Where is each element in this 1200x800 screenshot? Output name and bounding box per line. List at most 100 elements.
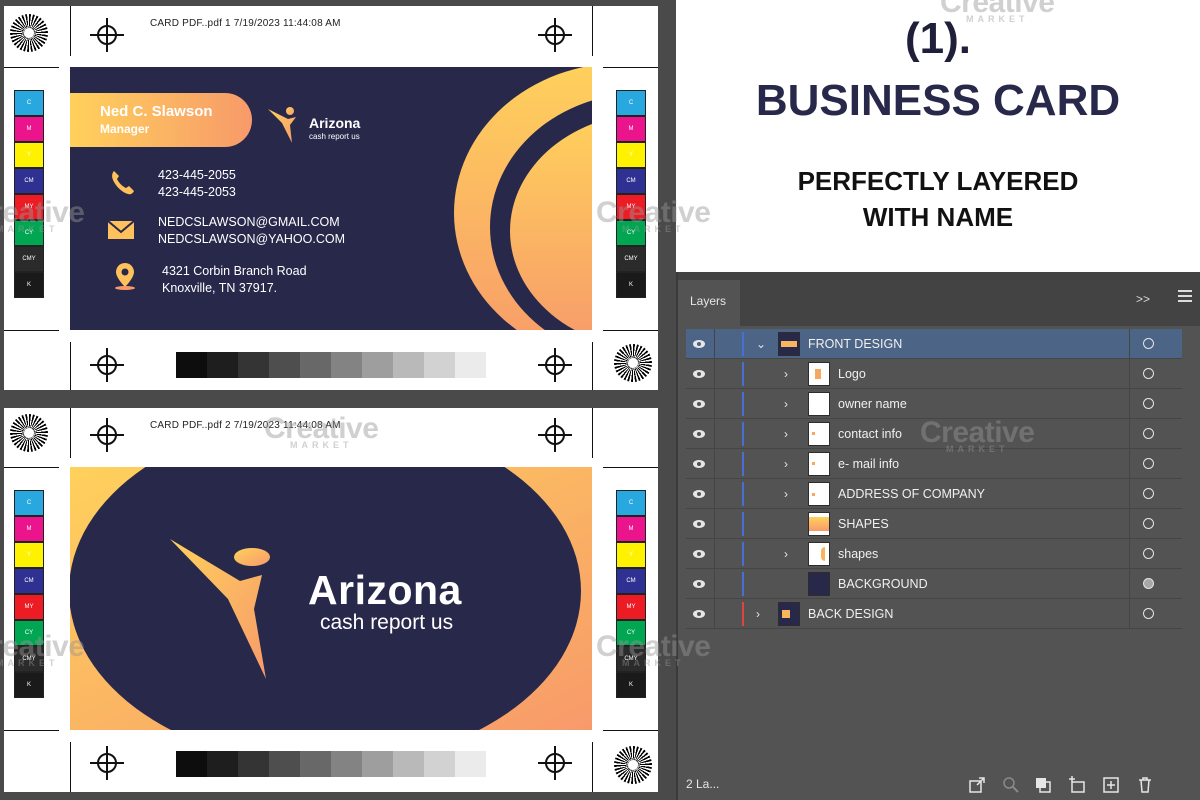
target-circle-icon[interactable]: [1143, 458, 1154, 469]
color-bar-right: C M Y CM MY CY CMY K: [616, 490, 646, 698]
layer-name[interactable]: shapes: [838, 547, 878, 561]
layer-row[interactable]: › shapes: [686, 539, 1182, 569]
layer-row[interactable]: › BACK DESIGN: [686, 599, 1182, 629]
chevron-right-icon[interactable]: ›: [784, 427, 788, 441]
export-icon[interactable]: [968, 776, 986, 794]
item-number: (1).: [905, 14, 971, 63]
gray-step: [269, 751, 300, 777]
target-circle-icon[interactable]: [1143, 488, 1154, 499]
eye-icon[interactable]: [692, 547, 706, 561]
color-patch: M: [616, 516, 646, 542]
layer-name[interactable]: Logo: [838, 367, 866, 381]
eye-icon[interactable]: [692, 517, 706, 531]
layers-panel: Layers >> ⌄ FRONT DESIGN › Logo › owner …: [676, 272, 1200, 800]
target-circle-icon[interactable]: [1143, 518, 1154, 529]
color-patch: C: [616, 90, 646, 116]
eye-icon[interactable]: [692, 337, 706, 351]
layer-row[interactable]: › owner name: [686, 389, 1182, 419]
eye-icon[interactable]: [692, 457, 706, 471]
layer-color-bar: [742, 542, 744, 566]
layer-name[interactable]: BACKGROUND: [838, 577, 928, 591]
crop-mark: [4, 67, 59, 68]
color-patch: K: [616, 272, 646, 298]
eye-icon[interactable]: [692, 577, 706, 591]
chevron-right-icon[interactable]: ›: [756, 607, 760, 621]
owner-role: Manager: [100, 122, 150, 136]
eye-icon[interactable]: [692, 487, 706, 501]
clipping-mask-icon[interactable]: [1034, 776, 1052, 794]
color-patch: CMY: [616, 646, 646, 672]
tab-layers[interactable]: Layers: [678, 280, 740, 326]
target-circle-icon[interactable]: [1143, 428, 1154, 439]
back-print-sheet: CARD PDF..pdf 2 7/19/2023 11:44:08 AM CM…: [4, 408, 658, 792]
chevron-right-icon[interactable]: ›: [784, 367, 788, 381]
brand-tagline: cash report us: [320, 611, 454, 634]
collapse-panel-button[interactable]: >>: [1136, 292, 1150, 306]
eye-icon[interactable]: [692, 607, 706, 621]
target-circle-icon[interactable]: [1143, 548, 1154, 559]
crop-mark: [4, 467, 59, 468]
layer-row[interactable]: › Logo: [686, 359, 1182, 389]
color-patch: CM: [616, 568, 646, 594]
chevron-right-icon[interactable]: ›: [784, 547, 788, 561]
gray-step: [300, 751, 331, 777]
layers-panel-footer: 2 La...: [678, 770, 1200, 800]
target-circle-icon[interactable]: [1143, 608, 1154, 619]
mail-icon: [107, 220, 135, 239]
gray-step: [455, 352, 486, 378]
chevron-right-icon[interactable]: ›: [784, 487, 788, 501]
eye-icon[interactable]: [692, 427, 706, 441]
registration-mark-icon: [90, 348, 124, 382]
layer-row[interactable]: › e- mail info: [686, 449, 1182, 479]
arizona-logo-icon: [268, 107, 296, 143]
layer-color-bar: [742, 332, 744, 356]
crop-mark: [603, 330, 658, 331]
chevron-down-icon[interactable]: ⌄: [756, 337, 766, 351]
new-sublayer-icon[interactable]: [1068, 776, 1086, 794]
layer-name[interactable]: BACK DESIGN: [808, 607, 893, 621]
target-circle-icon[interactable]: [1143, 338, 1154, 349]
locate-object-icon[interactable]: [1002, 776, 1020, 794]
layer-row[interactable]: BACKGROUND: [686, 569, 1182, 599]
layer-name[interactable]: ADDRESS OF COMPANY: [838, 487, 985, 501]
gray-step: [176, 352, 207, 378]
starburst-target-icon: [10, 14, 48, 52]
gray-step: [207, 352, 238, 378]
layer-row[interactable]: › contact info: [686, 419, 1182, 449]
layer-row[interactable]: › ADDRESS OF COMPANY: [686, 479, 1182, 509]
color-patch: CY: [616, 220, 646, 246]
owner-name: Ned C. Slawson: [100, 103, 213, 120]
layer-name[interactable]: SHAPES: [838, 517, 889, 531]
eye-icon[interactable]: [692, 367, 706, 381]
crop-mark: [4, 730, 59, 731]
target-circle-icon[interactable]: [1143, 368, 1154, 379]
new-layer-icon[interactable]: [1102, 776, 1120, 794]
layer-name[interactable]: e- mail info: [838, 457, 899, 471]
layer-name[interactable]: FRONT DESIGN: [808, 337, 902, 351]
gray-step: [362, 751, 393, 777]
registration-mark-icon: [538, 746, 572, 780]
chevron-right-icon[interactable]: ›: [784, 457, 788, 471]
gray-step: [300, 352, 331, 378]
color-patch: MY: [616, 594, 646, 620]
target-circle-icon[interactable]: [1143, 578, 1154, 589]
crop-mark: [592, 742, 593, 792]
panel-menu-icon[interactable]: [1178, 290, 1192, 305]
location-pin-icon: [115, 263, 135, 290]
layer-row[interactable]: SHAPES: [686, 509, 1182, 539]
color-patch: M: [14, 516, 44, 542]
delete-icon[interactable]: [1136, 776, 1154, 794]
target-circle-icon[interactable]: [1143, 398, 1154, 409]
layers-panel-header: Layers >>: [678, 272, 1200, 326]
layer-name[interactable]: owner name: [838, 397, 907, 411]
layer-row[interactable]: ⌄ FRONT DESIGN: [686, 329, 1182, 359]
layer-name[interactable]: contact info: [838, 427, 902, 441]
layer-color-bar: [742, 602, 744, 626]
front-card: Ned C. Slawson Manager Arizona cash repo…: [70, 67, 592, 330]
crop-mark: [603, 730, 658, 731]
color-patch: CMY: [14, 246, 44, 272]
color-bar-left: C M Y CM MY CY CMY K: [14, 90, 44, 298]
chevron-right-icon[interactable]: ›: [784, 397, 788, 411]
eye-icon[interactable]: [692, 397, 706, 411]
subtitle-line-1: PERFECTLY LAYERED: [797, 166, 1079, 196]
